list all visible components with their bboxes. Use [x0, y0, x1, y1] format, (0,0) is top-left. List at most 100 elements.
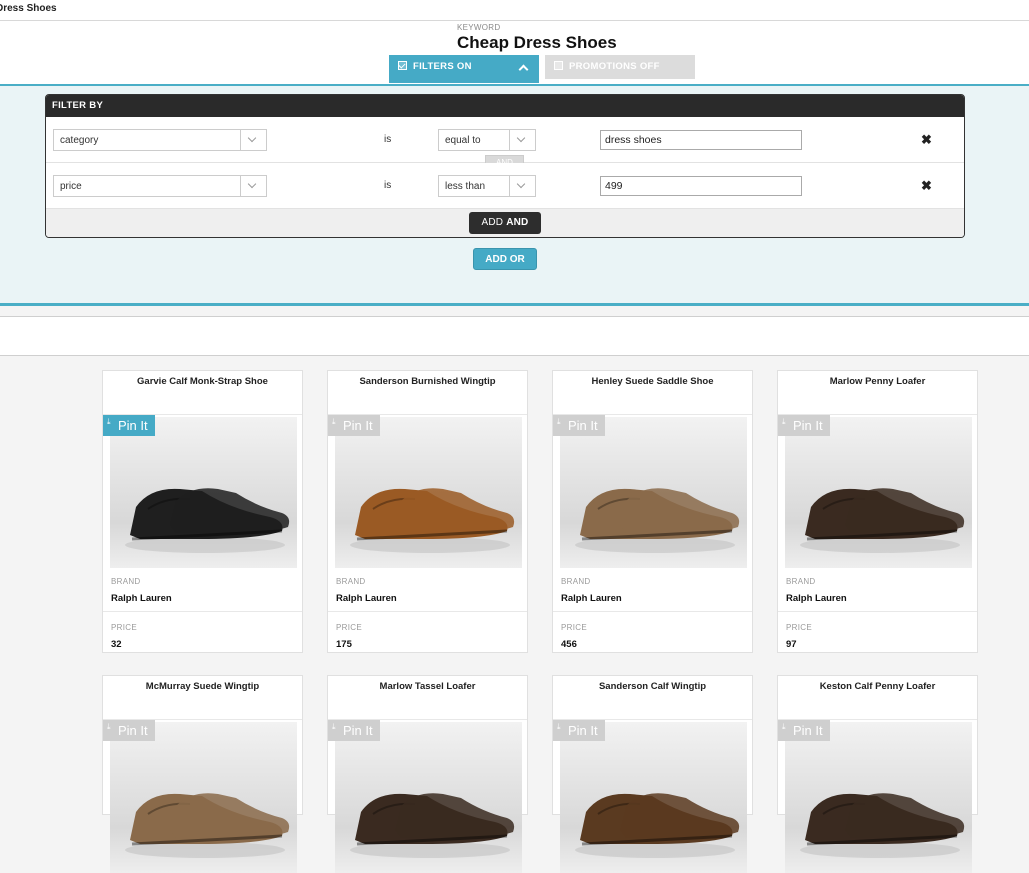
brand-value: Ralph Lauren [111, 593, 172, 604]
product-image[interactable] [785, 722, 972, 873]
pin-it-label: Pin It [568, 418, 598, 433]
product-image[interactable] [110, 722, 297, 873]
pin-it-button[interactable]: Pin It [103, 716, 155, 741]
value-input[interactable]: 499 [600, 176, 802, 196]
keyword-title: Cheap Dress Shoes [457, 33, 617, 52]
filter-heading: FILTER BY [46, 95, 964, 117]
field-select[interactable]: category [53, 129, 267, 151]
brand-label: BRAND [111, 577, 141, 586]
price-value: 175 [336, 639, 352, 650]
product-name[interactable]: Keston Calf Penny Loafer [778, 676, 977, 720]
price-section: PRICE 97 [778, 613, 977, 653]
pin-it-button[interactable]: Pin It [778, 411, 830, 436]
is-label: is [384, 134, 392, 145]
field-select-value: price [60, 181, 82, 192]
price-value: 32 [111, 639, 122, 650]
tab-promotions-label: PROMOTIONS OFF [569, 61, 660, 72]
pin-it-button[interactable]: Pin It [103, 411, 155, 436]
product-image[interactable] [335, 722, 522, 873]
price-value: 97 [786, 639, 797, 650]
brand-section: BRAND Ralph Lauren [103, 569, 302, 612]
remove-filter-icon[interactable]: ✖ [921, 178, 932, 194]
add-and-suffix: AND [506, 217, 529, 228]
filter-box: FILTER BY category is equal to dress sho… [45, 94, 965, 238]
brand-label: BRAND [336, 577, 366, 586]
shoe-image [560, 417, 747, 568]
window-title: Dress Shoes [0, 3, 57, 14]
product-card[interactable]: Keston Calf Penny Loafer Pin It [777, 675, 978, 873]
product-card[interactable]: Marlow Tassel Loafer Pin It [327, 675, 528, 873]
brand-section: BRAND Ralph Lauren [778, 569, 977, 612]
add-or-button[interactable]: ADD OR [473, 248, 537, 270]
pin-it-button[interactable]: Pin It [328, 411, 380, 436]
product-image[interactable] [110, 417, 297, 568]
chevron-down-icon[interactable] [240, 176, 266, 196]
price-label: PRICE [111, 623, 137, 632]
filter-panel: FILTER BY category is equal to dress sho… [0, 84, 1029, 306]
tab-promotions[interactable]: PROMOTIONS OFF [545, 55, 695, 79]
product-image[interactable] [785, 417, 972, 568]
product-card[interactable]: Marlow Penny Loafer Pin It BRAND Ralph L… [777, 370, 978, 653]
chevron-down-icon[interactable] [240, 130, 266, 150]
pin-it-button[interactable]: Pin It [778, 716, 830, 741]
filter-footer: ADD AND [46, 209, 964, 237]
price-label: PRICE [561, 623, 587, 632]
product-name[interactable]: Marlow Penny Loafer [778, 371, 977, 415]
remove-filter-icon[interactable]: ✖ [921, 132, 932, 148]
checkbox-icon[interactable] [554, 61, 563, 70]
operator-select[interactable]: less than [438, 175, 536, 197]
pin-it-label: Pin It [793, 418, 823, 433]
product-name[interactable]: Sanderson Burnished Wingtip [328, 371, 527, 415]
product-card[interactable]: Sanderson Calf Wingtip Pin It [552, 675, 753, 873]
product-card[interactable]: McMurray Suede Wingtip Pin It [102, 675, 303, 873]
chevron-down-icon[interactable] [509, 130, 535, 150]
shoe-image [785, 722, 972, 873]
pin-it-label: Pin It [118, 723, 148, 738]
section-divider [0, 316, 1029, 356]
product-image[interactable] [335, 417, 522, 568]
pin-it-label: Pin It [343, 418, 373, 433]
product-name[interactable]: Garvie Calf Monk-Strap Shoe [103, 371, 302, 415]
add-and-button[interactable]: ADD AND [469, 212, 541, 234]
shoe-image [110, 417, 297, 568]
operator-select[interactable]: equal to [438, 129, 536, 151]
product-image[interactable] [560, 722, 747, 873]
title-bar: Dress Shoes [0, 0, 1029, 21]
pin-it-button[interactable]: Pin It [328, 716, 380, 741]
product-card[interactable]: Sanderson Burnished Wingtip Pin It BRAND… [327, 370, 528, 653]
brand-section: BRAND Ralph Lauren [328, 569, 527, 612]
price-section: PRICE 175 [328, 613, 527, 653]
pin-it-button[interactable]: Pin It [553, 411, 605, 436]
is-label: is [384, 180, 392, 191]
shoe-image [110, 722, 297, 873]
shoe-image [335, 722, 522, 873]
pin-it-button[interactable]: Pin It [553, 716, 605, 741]
product-name[interactable]: Sanderson Calf Wingtip [553, 676, 752, 720]
brand-label: BRAND [786, 577, 816, 586]
operator-select-value: equal to [445, 135, 481, 146]
brand-label: BRAND [561, 577, 591, 586]
add-and-prefix: ADD [481, 217, 504, 228]
shoe-image [335, 417, 522, 568]
product-name[interactable]: Marlow Tassel Loafer [328, 676, 527, 720]
checkbox-icon[interactable] [398, 61, 407, 70]
price-section: PRICE 456 [553, 613, 752, 653]
shoe-image [785, 417, 972, 568]
brand-value: Ralph Lauren [786, 593, 847, 604]
product-name[interactable]: McMurray Suede Wingtip [103, 676, 302, 720]
brand-value: Ralph Lauren [336, 593, 397, 604]
product-card[interactable]: Garvie Calf Monk-Strap Shoe Pin It BRAND… [102, 370, 303, 653]
brand-section: BRAND Ralph Lauren [553, 569, 752, 612]
chevron-down-icon[interactable] [509, 176, 535, 196]
product-name[interactable]: Henley Suede Saddle Shoe [553, 371, 752, 415]
chevron-up-icon[interactable] [518, 64, 529, 75]
field-select[interactable]: price [53, 175, 267, 197]
product-card[interactable]: Henley Suede Saddle Shoe Pin It BRAND Ra… [552, 370, 753, 653]
brand-value: Ralph Lauren [561, 593, 622, 604]
pin-it-label: Pin It [568, 723, 598, 738]
search-header: KEYWORD Cheap Dress Shoes FILTERS ON PRO… [0, 21, 1029, 84]
value-input[interactable]: dress shoes [600, 130, 802, 150]
product-image[interactable] [560, 417, 747, 568]
price-label: PRICE [786, 623, 812, 632]
tab-filters[interactable]: FILTERS ON [389, 55, 539, 83]
